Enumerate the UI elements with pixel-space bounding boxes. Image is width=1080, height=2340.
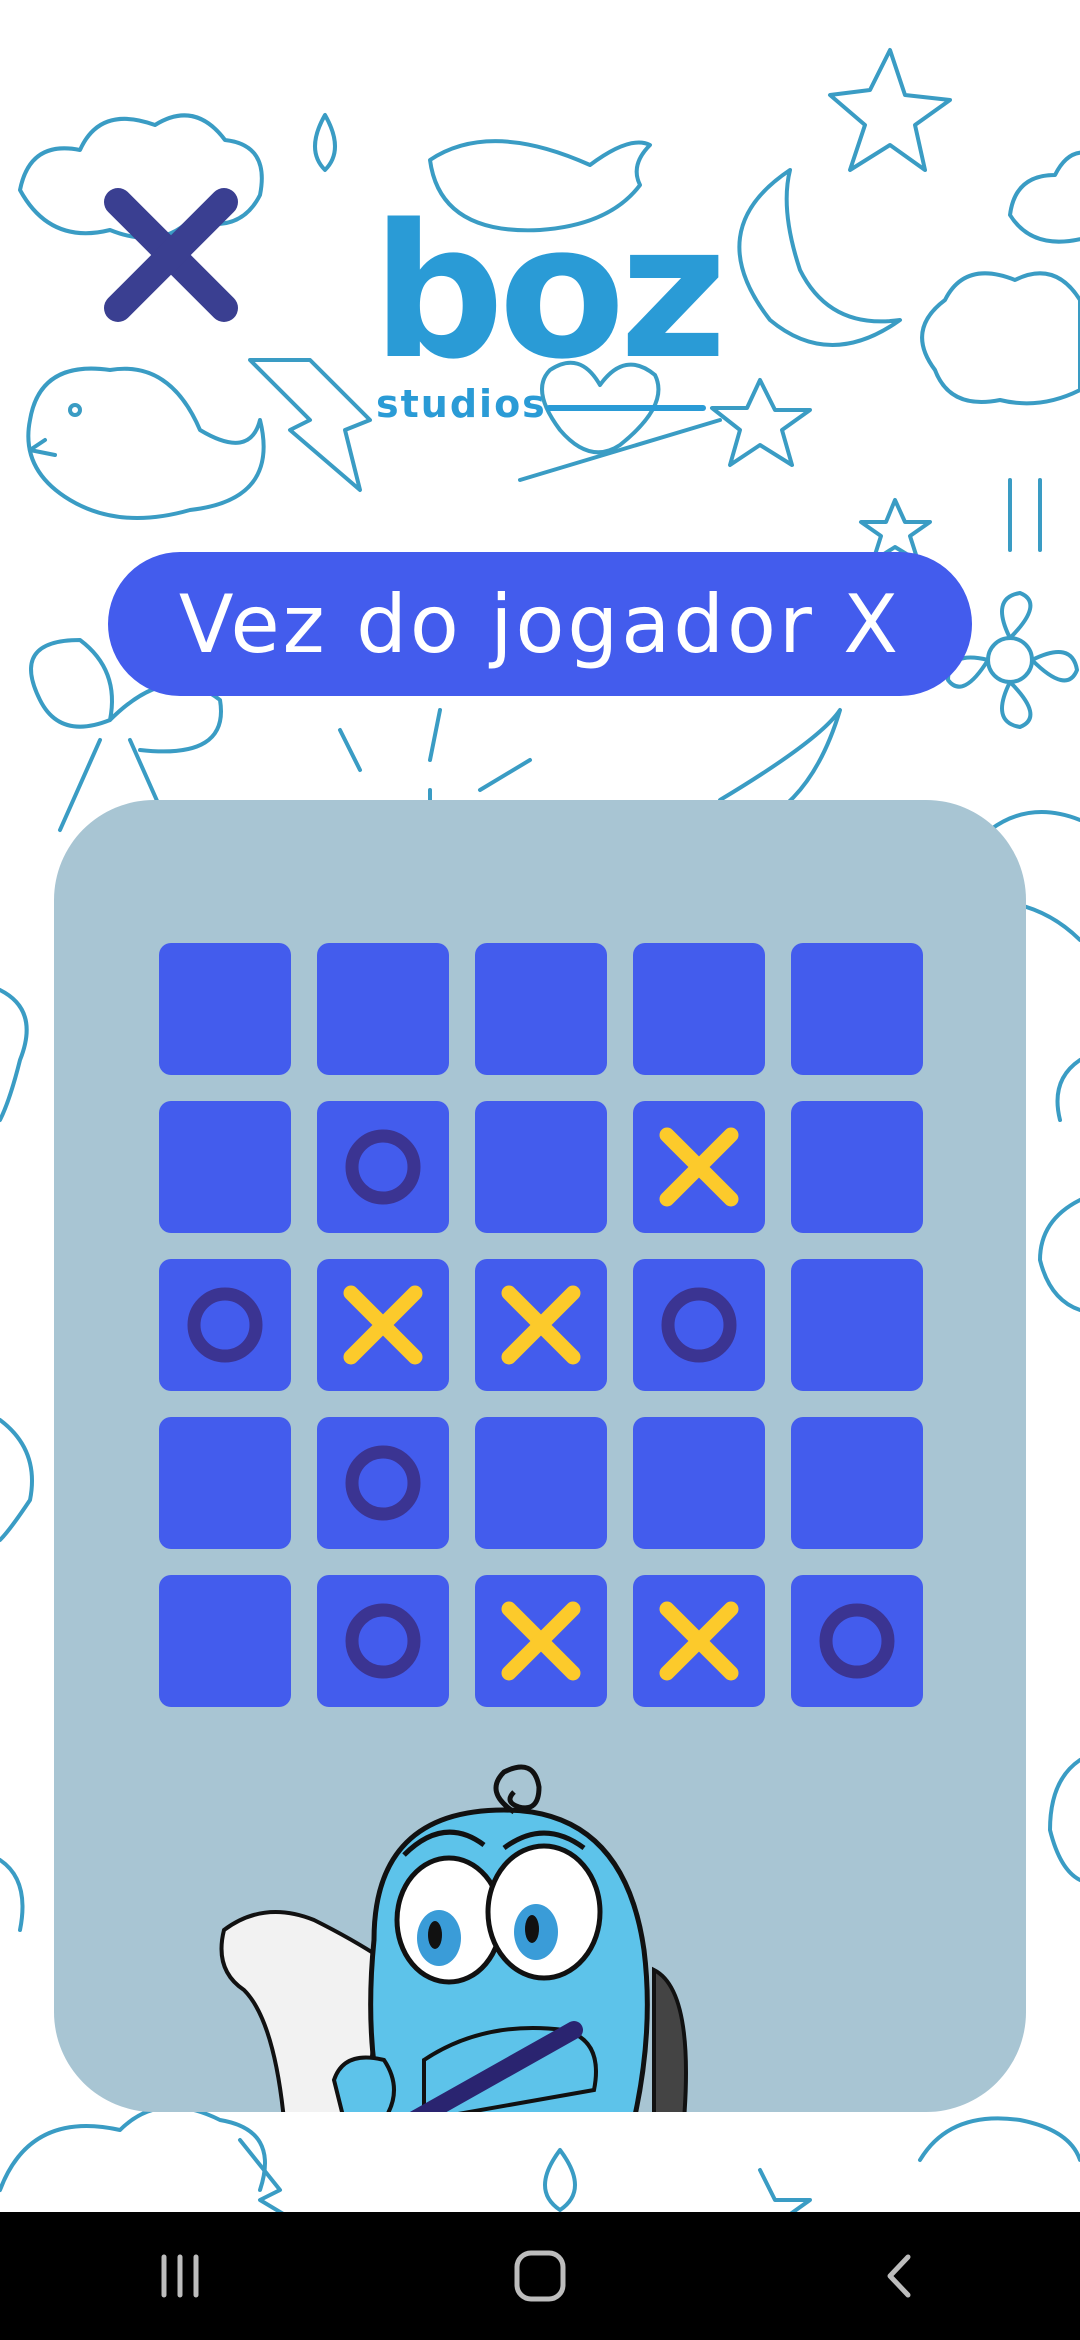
x-mark-icon [343,1285,423,1365]
board-cell-r1-c1[interactable] [159,943,291,1075]
board-cell-r2-c4[interactable] [633,1101,765,1233]
x-mark-icon [659,1601,739,1681]
board-cell-r3-c2[interactable] [317,1259,449,1391]
x-mark-icon [659,1127,739,1207]
logo-sub-text: studios [376,382,547,426]
board-cell-r5-c4[interactable] [633,1575,765,1707]
o-mark-icon [819,1603,895,1679]
home-button[interactable] [480,2236,600,2316]
o-mark-icon [187,1287,263,1363]
board-cell-r3-c1[interactable] [159,1259,291,1391]
mascot-character [219,1764,688,2112]
board-cell-r4-c5[interactable] [791,1417,923,1549]
board-cell-r4-c1[interactable] [159,1417,291,1549]
board-cell-r4-c4[interactable] [633,1417,765,1549]
o-mark-icon [345,1445,421,1521]
x-mark-icon [501,1285,581,1365]
home-icon [514,2250,566,2302]
o-mark-icon [345,1129,421,1205]
board-cell-r2-c3[interactable] [475,1101,607,1233]
turn-banner: Vez do jogador X [108,552,972,696]
board-cell-r2-c5[interactable] [791,1101,923,1233]
close-icon [104,188,238,322]
game-grid [159,943,923,1707]
boz-studios-logo: boz studios [360,184,727,440]
board-cell-r5-c3[interactable] [475,1575,607,1707]
turn-indicator-text: Vez do jogador X [178,577,902,671]
logo-underline [546,405,706,411]
x-mark-icon [501,1601,581,1681]
board-cell-r4-c2[interactable] [317,1417,449,1549]
board-cell-r1-c5[interactable] [791,943,923,1075]
o-mark-icon [345,1603,421,1679]
board-cell-r5-c1[interactable] [159,1575,291,1707]
logo-main-text: boz [372,184,727,400]
board-cell-r3-c3[interactable] [475,1259,607,1391]
board-cell-r1-c3[interactable] [475,943,607,1075]
close-button[interactable] [96,180,246,330]
o-mark-icon [661,1287,737,1363]
recents-icon [161,2254,199,2298]
back-button[interactable] [840,2236,960,2316]
game-board-panel [54,800,1026,2112]
board-cell-r3-c4[interactable] [633,1259,765,1391]
board-cell-r1-c4[interactable] [633,943,765,1075]
board-cell-r5-c2[interactable] [317,1575,449,1707]
system-navigation-bar [0,2212,1080,2340]
back-icon [887,2254,911,2298]
board-cell-r3-c5[interactable] [791,1259,923,1391]
board-cell-r5-c5[interactable] [791,1575,923,1707]
recents-button[interactable] [120,2236,240,2316]
board-cell-r2-c2[interactable] [317,1101,449,1233]
board-cell-r4-c3[interactable] [475,1417,607,1549]
board-cell-r2-c1[interactable] [159,1101,291,1233]
board-cell-r1-c2[interactable] [317,943,449,1075]
